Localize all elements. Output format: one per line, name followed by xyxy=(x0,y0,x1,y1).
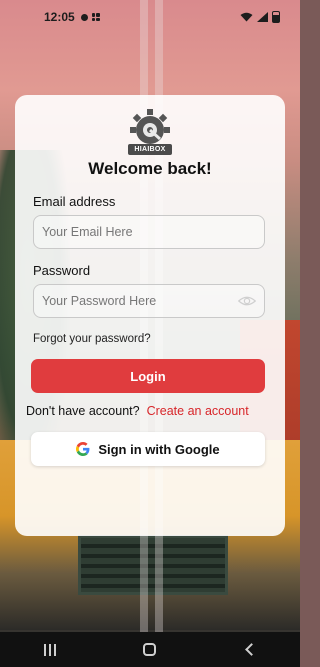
app-logo: HIAIBOX xyxy=(128,109,172,155)
back-icon[interactable] xyxy=(245,643,259,656)
google-signin-button[interactable]: Sign in with Google xyxy=(31,432,265,466)
login-card: HIAIBOX Welcome back! Email address Your… xyxy=(15,95,285,536)
home-icon[interactable] xyxy=(142,643,156,656)
email-placeholder: Your Email Here xyxy=(42,225,133,239)
password-label: Password xyxy=(33,263,91,278)
recents-icon[interactable] xyxy=(43,643,56,656)
google-button-label: Sign in with Google xyxy=(98,441,220,457)
gear-logo-icon xyxy=(130,109,170,144)
background-truck-grille xyxy=(78,535,228,595)
no-account-text: Don't have account? xyxy=(26,404,140,418)
password-placeholder: Your Password Here xyxy=(42,294,157,308)
battery-icon xyxy=(272,11,280,23)
wifi-icon xyxy=(240,12,253,22)
system-nav-bar xyxy=(0,632,300,667)
google-icon xyxy=(76,442,90,456)
forgot-password-link[interactable]: Forgot your password? xyxy=(33,333,267,345)
status-bar: 12:05 xyxy=(0,0,300,34)
status-time: 12:05 xyxy=(44,10,75,24)
signup-row: Don't have account? Create an account xyxy=(26,404,267,418)
password-field[interactable]: Your Password Here xyxy=(33,284,265,318)
apps-notification-icon xyxy=(91,13,100,21)
eye-icon[interactable] xyxy=(238,292,256,310)
notification-icon xyxy=(80,13,88,21)
logo-text: HIAIBOX xyxy=(128,144,172,155)
login-button[interactable]: Login xyxy=(31,359,265,393)
email-field[interactable]: Your Email Here xyxy=(33,215,265,249)
create-account-link[interactable]: Create an account xyxy=(147,404,249,418)
email-label: Email address xyxy=(33,194,116,209)
page-title: Welcome back! xyxy=(88,159,212,178)
signal-icon xyxy=(257,12,268,22)
